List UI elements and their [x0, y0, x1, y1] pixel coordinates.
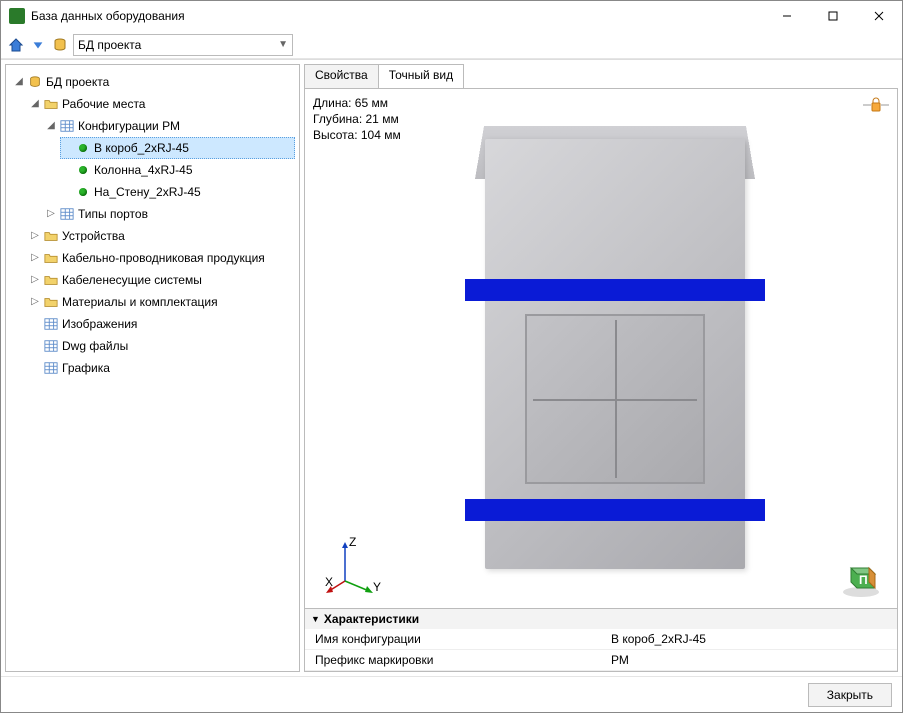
tree-label: Графика: [62, 358, 110, 378]
axis-y-label: Y: [373, 580, 381, 594]
view-cube[interactable]: П: [839, 554, 883, 598]
tree-port-types[interactable]: ▷ Типы портов: [44, 203, 295, 225]
prop-label: Префикс маркировки: [305, 650, 601, 671]
expand-icon[interactable]: ▷: [46, 204, 56, 224]
tree-label: Типы портов: [78, 204, 148, 224]
tree-item-kolonna[interactable]: Колонна_4xRJ-45: [60, 159, 295, 181]
dim-length: Длина: 65 мм: [313, 95, 401, 111]
table-icon: [43, 316, 59, 332]
tabs: Свойства Точный вид: [304, 64, 898, 88]
window-title: База данных оборудования: [31, 9, 764, 23]
props-title: Характеристики: [324, 612, 419, 626]
tree-label: Устройства: [62, 226, 125, 246]
footer: Закрыть: [1, 676, 902, 712]
tab-label: Точный вид: [389, 68, 453, 82]
toolbar: БД проекта ▼: [1, 31, 902, 59]
maximize-button[interactable]: [810, 1, 856, 31]
minimize-button[interactable]: [764, 1, 810, 31]
tree-item-korob[interactable]: В короб_2xRJ-45: [60, 137, 295, 159]
tree-label: Колонна_4xRJ-45: [94, 160, 193, 180]
tree-item-stena[interactable]: На_Стену_2xRJ-45: [60, 181, 295, 203]
dot-icon: [75, 162, 91, 178]
folder-icon: [43, 250, 59, 266]
prop-value: В короб_2xRJ-45: [601, 629, 897, 650]
tree-configs[interactable]: ◢ Конфигурации РМ: [44, 115, 295, 137]
titlebar: База данных оборудования: [1, 1, 902, 31]
tree-cable-sys[interactable]: ▷ Кабеленесущие системы: [28, 269, 295, 291]
database-icon[interactable]: [51, 36, 69, 54]
collapse-icon[interactable]: ◢: [14, 72, 24, 92]
tree-label: Кабеленесущие системы: [62, 270, 202, 290]
folder-icon: [43, 228, 59, 244]
prop-row-name[interactable]: Имя конфигурации В короб_2xRJ-45: [305, 629, 897, 650]
cube-face-label: П: [859, 573, 868, 587]
collapse-icon[interactable]: ◢: [30, 94, 40, 114]
properties-section: ▼ Характеристики Имя конфигурации В коро…: [305, 608, 897, 671]
expand-icon[interactable]: ▷: [30, 270, 40, 290]
tree-label: Изображения: [62, 314, 137, 334]
button-label: Закрыть: [827, 688, 873, 702]
tree-images[interactable]: Изображения: [28, 313, 295, 335]
folder-icon: [43, 272, 59, 288]
tree-label: Dwg файлы: [62, 336, 128, 356]
axis-x-label: X: [325, 575, 333, 589]
table-icon: [59, 118, 75, 134]
lock-icon[interactable]: [863, 97, 889, 113]
folder-open-icon: [43, 96, 59, 112]
collapse-icon[interactable]: ◢: [46, 116, 56, 136]
3d-viewport[interactable]: Длина: 65 мм Глубина: 21 мм Высота: 104 …: [305, 89, 897, 608]
properties-header[interactable]: ▼ Характеристики: [305, 609, 897, 629]
close-button[interactable]: [856, 1, 902, 31]
expand-icon[interactable]: ▷: [30, 226, 40, 246]
axis-z-label: Z: [349, 536, 356, 549]
close-button[interactable]: Закрыть: [808, 683, 892, 707]
expand-icon[interactable]: ▷: [30, 292, 40, 312]
right-pane: Свойства Точный вид Длина: 65 мм Глубина…: [304, 64, 898, 672]
table-icon: [43, 338, 59, 354]
prop-value: РМ: [601, 650, 897, 671]
tab-exact-view[interactable]: Точный вид: [378, 64, 464, 88]
tree-label: БД проекта: [46, 72, 109, 92]
view-container: Длина: 65 мм Глубина: 21 мм Высота: 104 …: [304, 88, 898, 672]
tree-devices[interactable]: ▷ Устройства: [28, 225, 295, 247]
tree-root[interactable]: ◢ БД проекта: [12, 71, 295, 93]
chevron-down-icon: ▼: [278, 39, 288, 50]
tree-label: Материалы и комплектация: [62, 292, 218, 312]
dot-icon: [75, 184, 91, 200]
dim-depth: Глубина: 21 мм: [313, 111, 401, 127]
database-icon: [27, 74, 43, 90]
prop-label: Имя конфигурации: [305, 629, 601, 650]
tree-graphics[interactable]: Графика: [28, 357, 295, 379]
tree-label: Рабочие места: [62, 94, 145, 114]
tree-cable-prod[interactable]: ▷ Кабельно-проводниковая продукция: [28, 247, 295, 269]
tab-properties[interactable]: Свойства: [304, 64, 379, 88]
project-combo[interactable]: БД проекта ▼: [73, 34, 293, 56]
table-icon: [43, 360, 59, 376]
3d-model: [465, 119, 765, 589]
axes-gizmo[interactable]: Z X Y: [325, 536, 385, 596]
combo-value: БД проекта: [78, 38, 141, 52]
tab-label: Свойства: [315, 68, 368, 82]
app-icon: [9, 8, 25, 24]
tree-panel[interactable]: ◢ БД проекта ◢ Рабочие места: [5, 64, 300, 672]
home-icon[interactable]: [7, 36, 25, 54]
folder-icon: [43, 294, 59, 310]
tree-label: Конфигурации РМ: [78, 116, 180, 136]
expand-icon[interactable]: ▷: [30, 248, 40, 268]
tree-label: На_Стену_2xRJ-45: [94, 182, 201, 202]
tree-workplaces[interactable]: ◢ Рабочие места: [28, 93, 295, 115]
dot-icon: [75, 140, 91, 156]
collapse-icon: ▼: [311, 614, 320, 624]
table-icon: [59, 206, 75, 222]
workarea: ◢ БД проекта ◢ Рабочие места: [1, 59, 902, 676]
tree-label: Кабельно-проводниковая продукция: [62, 248, 265, 268]
tree-dwg[interactable]: Dwg файлы: [28, 335, 295, 357]
tree-label: В короб_2xRJ-45: [94, 138, 189, 158]
dim-height: Высота: 104 мм: [313, 127, 401, 143]
prop-row-prefix[interactable]: Префикс маркировки РМ: [305, 650, 897, 671]
down-arrow-icon[interactable]: [29, 36, 47, 54]
dimensions-readout: Длина: 65 мм Глубина: 21 мм Высота: 104 …: [313, 95, 401, 143]
tree-materials[interactable]: ▷ Материалы и комплектация: [28, 291, 295, 313]
